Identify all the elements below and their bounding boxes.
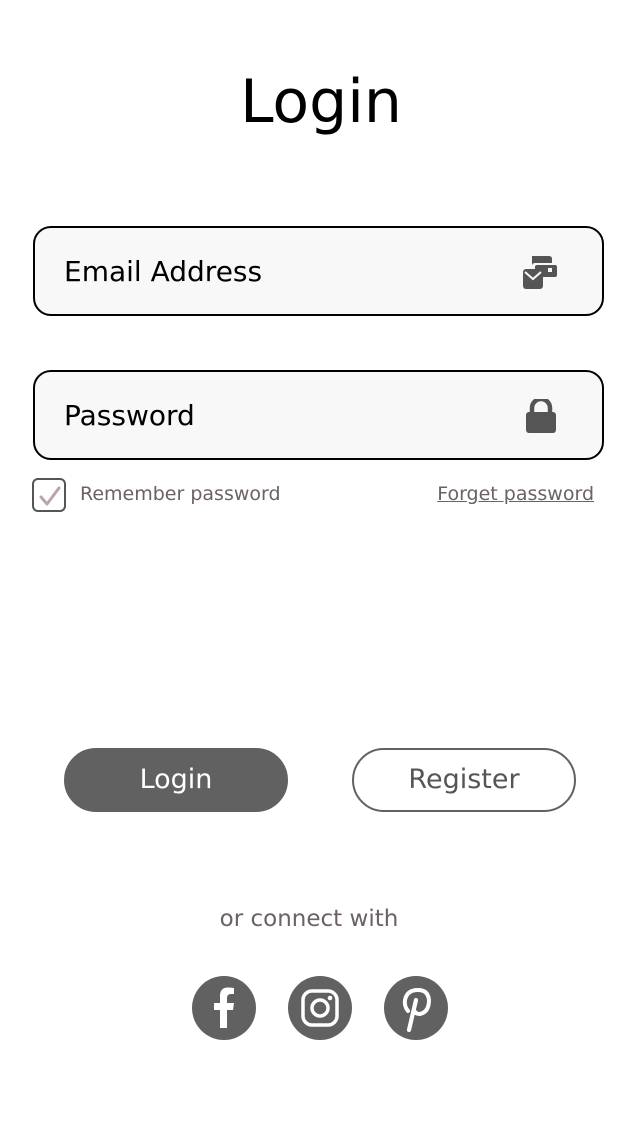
remember-checkbox[interactable] <box>32 478 66 512</box>
login-button[interactable]: Login <box>64 748 288 812</box>
password-field-container[interactable] <box>33 370 604 460</box>
remember-label[interactable]: Remember password <box>80 482 281 506</box>
email-field-container[interactable] <box>33 226 604 316</box>
email-input[interactable] <box>64 228 504 314</box>
login-options: Remember password Forget password <box>32 478 594 514</box>
mail-card-icon <box>523 255 559 289</box>
page-title: Login <box>240 67 402 137</box>
lock-icon <box>523 396 559 433</box>
instagram-icon[interactable] <box>288 976 352 1040</box>
forget-password-link[interactable]: Forget password <box>437 482 594 506</box>
facebook-icon[interactable] <box>192 976 256 1040</box>
connect-text: or connect with <box>219 906 399 932</box>
pinterest-icon[interactable] <box>384 976 448 1040</box>
password-input[interactable] <box>64 372 504 458</box>
register-button[interactable]: Register <box>352 748 576 812</box>
